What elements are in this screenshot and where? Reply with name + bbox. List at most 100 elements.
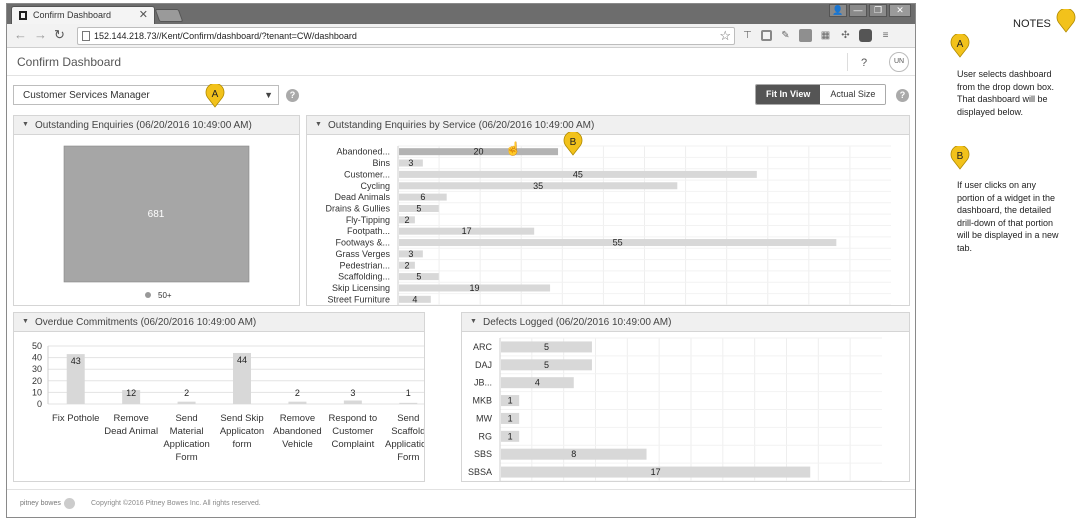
panel-header[interactable]: ▼ Outstanding Enquiries by Service (06/2…: [307, 116, 909, 135]
address-bar[interactable]: 152.144.218.73//Kent/Confirm/dashboard/?…: [77, 27, 735, 45]
window-icon[interactable]: ▦: [819, 29, 832, 42]
data-label: 20: [474, 147, 484, 157]
panel-header[interactable]: ▼ Overdue Commitments (06/20/2016 10:49:…: [14, 313, 424, 332]
enquiries-by-service-chart[interactable]: Abandoned... 20Bins 3Customer... 45Cycling 3…: [307, 136, 909, 306]
data-label: 44: [237, 355, 247, 365]
category-label: Material: [170, 426, 204, 437]
company-logo: pitney bowes: [20, 500, 61, 507]
category-label: Dead Animal: [104, 426, 158, 437]
category-label: Footpath...: [347, 226, 390, 236]
category-label: Abandoned: [273, 426, 322, 437]
view-help-icon[interactable]: ?: [896, 89, 909, 102]
data-label: 4: [412, 294, 417, 304]
y-tick-label: 40: [32, 353, 42, 363]
annotation-marker-a: A: [205, 84, 225, 108]
reload-icon[interactable]: ↻: [54, 27, 65, 43]
eyedropper-icon[interactable]: ✎: [779, 29, 792, 42]
category-label: JB...: [474, 378, 492, 388]
data-label: 55: [613, 238, 623, 248]
bar-remove-abandoned-vehicle[interactable]: [288, 401, 307, 404]
panel-title: Outstanding Enquiries by Service (06/20/…: [328, 120, 595, 131]
data-label: 681: [148, 209, 165, 220]
y-tick-label: 50: [32, 341, 42, 351]
actual-size-button[interactable]: Actual Size: [820, 85, 886, 104]
category-label: Complaint: [331, 439, 374, 450]
category-label: Drains & Gullies: [325, 203, 390, 213]
panel-header[interactable]: ▼ Defects Logged (06/20/2016 10:49:00 AM…: [462, 313, 909, 332]
profile-icon[interactable]: 👤: [829, 4, 847, 17]
panel-body: Abandoned... 20 Bins 3 Customer... 45 Cycling 3…: [307, 136, 909, 306]
category-label: Send: [397, 413, 419, 424]
fit-in-view-button[interactable]: Fit In View: [756, 85, 821, 104]
minimize-button[interactable]: —: [849, 4, 867, 17]
browser-titlebar: Confirm Dashboard ✕ 👤 — ❐ ✕: [7, 4, 915, 24]
svg-text:A: A: [957, 39, 964, 50]
data-label: 3: [408, 249, 413, 259]
page-icon: [82, 31, 90, 41]
data-label: 17: [651, 467, 661, 477]
category-label: SBSA: [468, 467, 492, 477]
outstanding-enquiries-chart[interactable]: 681 50+: [14, 136, 299, 305]
extension-grid-icon[interactable]: [799, 29, 812, 42]
data-label: 12: [126, 388, 136, 398]
data-label: 2: [404, 260, 409, 270]
close-window-button[interactable]: ✕: [889, 4, 911, 17]
category-label: Dead Animals: [334, 192, 390, 202]
category-label: Street Furniture: [327, 294, 390, 304]
puzzle-icon[interactable]: ✣: [839, 29, 852, 42]
category-label: Remove: [280, 413, 315, 424]
help-icon[interactable]: ?: [861, 57, 867, 69]
y-tick-label: 20: [32, 376, 42, 386]
note-b-text: If user clicks on any portion of a widge…: [957, 180, 1059, 253]
data-label: 3: [350, 388, 355, 398]
collapse-caret-icon[interactable]: ▼: [315, 121, 322, 128]
app-header: Confirm Dashboard ? UN: [7, 49, 915, 76]
pin-icon[interactable]: ⊤: [741, 29, 754, 42]
copyright-text: Copyright ©2016 Pitney Bowes Inc. All ri…: [91, 500, 261, 507]
bookmark-star-icon[interactable]: ☆: [719, 28, 731, 44]
category-label: Abandoned...: [336, 147, 390, 157]
category-label: ARC: [473, 342, 493, 352]
caret-down-icon[interactable]: ▼: [264, 90, 273, 100]
bar-send-material-application-form[interactable]: [177, 401, 196, 404]
category-label: RG: [479, 431, 493, 441]
browser-toolbar: ← → ↻ 152.144.218.73//Kent/Confirm/dashb…: [7, 24, 915, 48]
bar-respond-to-customer-complaint[interactable]: [343, 400, 362, 404]
collapse-caret-icon[interactable]: ▼: [22, 121, 29, 128]
defects-logged-chart[interactable]: ARC 5 DAJ 5 JB... 4 MKB 1 MW 1 RG 1 SBS 8 SBSA 17: [462, 333, 909, 482]
forward-icon[interactable]: →: [34, 27, 47, 42]
category-label: Respond to: [329, 413, 378, 424]
category-label: Customer: [332, 426, 373, 437]
page-footer: pitney bowes Copyright ©2016 Pitney Bowe…: [7, 489, 915, 517]
collapse-caret-icon[interactable]: ▼: [22, 318, 29, 325]
data-label: 5: [416, 272, 421, 282]
category-label: Fly-Tipping: [346, 215, 390, 225]
overdue-commitments-chart[interactable]: 0102030405043Fix Pothole12RemoveDead Ani…: [14, 333, 436, 481]
panel-header[interactable]: ▼ Outstanding Enquiries (06/20/2016 10:4…: [14, 116, 299, 135]
bar-send-scaffold-application-form[interactable]: [399, 402, 418, 404]
data-label: 43: [71, 356, 81, 366]
back-icon[interactable]: ←: [14, 27, 27, 42]
panel-title: Overdue Commitments (06/20/2016 10:49:00…: [35, 317, 257, 328]
browser-tab[interactable]: Confirm Dashboard ✕: [11, 6, 155, 24]
svg-text:B: B: [957, 151, 964, 162]
data-label: 1: [508, 431, 513, 441]
y-tick-label: 10: [32, 387, 42, 397]
new-tab-button[interactable]: [154, 9, 184, 22]
note-marker-b: B: [950, 146, 970, 170]
screenshot-icon[interactable]: [761, 30, 772, 41]
note-marker-a: A: [950, 34, 970, 58]
tab-close-icon[interactable]: ✕: [139, 8, 148, 21]
extension-dark-icon[interactable]: [859, 29, 872, 42]
data-label: 5: [544, 342, 549, 352]
collapse-caret-icon[interactable]: ▼: [470, 318, 477, 325]
maximize-button[interactable]: ❐: [869, 4, 887, 17]
avatar[interactable]: UN: [889, 52, 909, 72]
category-label: Skip Licensing: [332, 283, 390, 293]
panel-body: 681 50+: [14, 136, 299, 305]
url-text[interactable]: 152.144.218.73//Kent/Confirm/dashboard/?…: [94, 31, 357, 41]
dashboard-select[interactable]: Customer Services Manager ▼: [13, 85, 279, 105]
dashboard-help-icon[interactable]: ?: [286, 89, 299, 102]
data-label: 1: [508, 413, 513, 423]
menu-icon[interactable]: ≡: [879, 29, 892, 42]
